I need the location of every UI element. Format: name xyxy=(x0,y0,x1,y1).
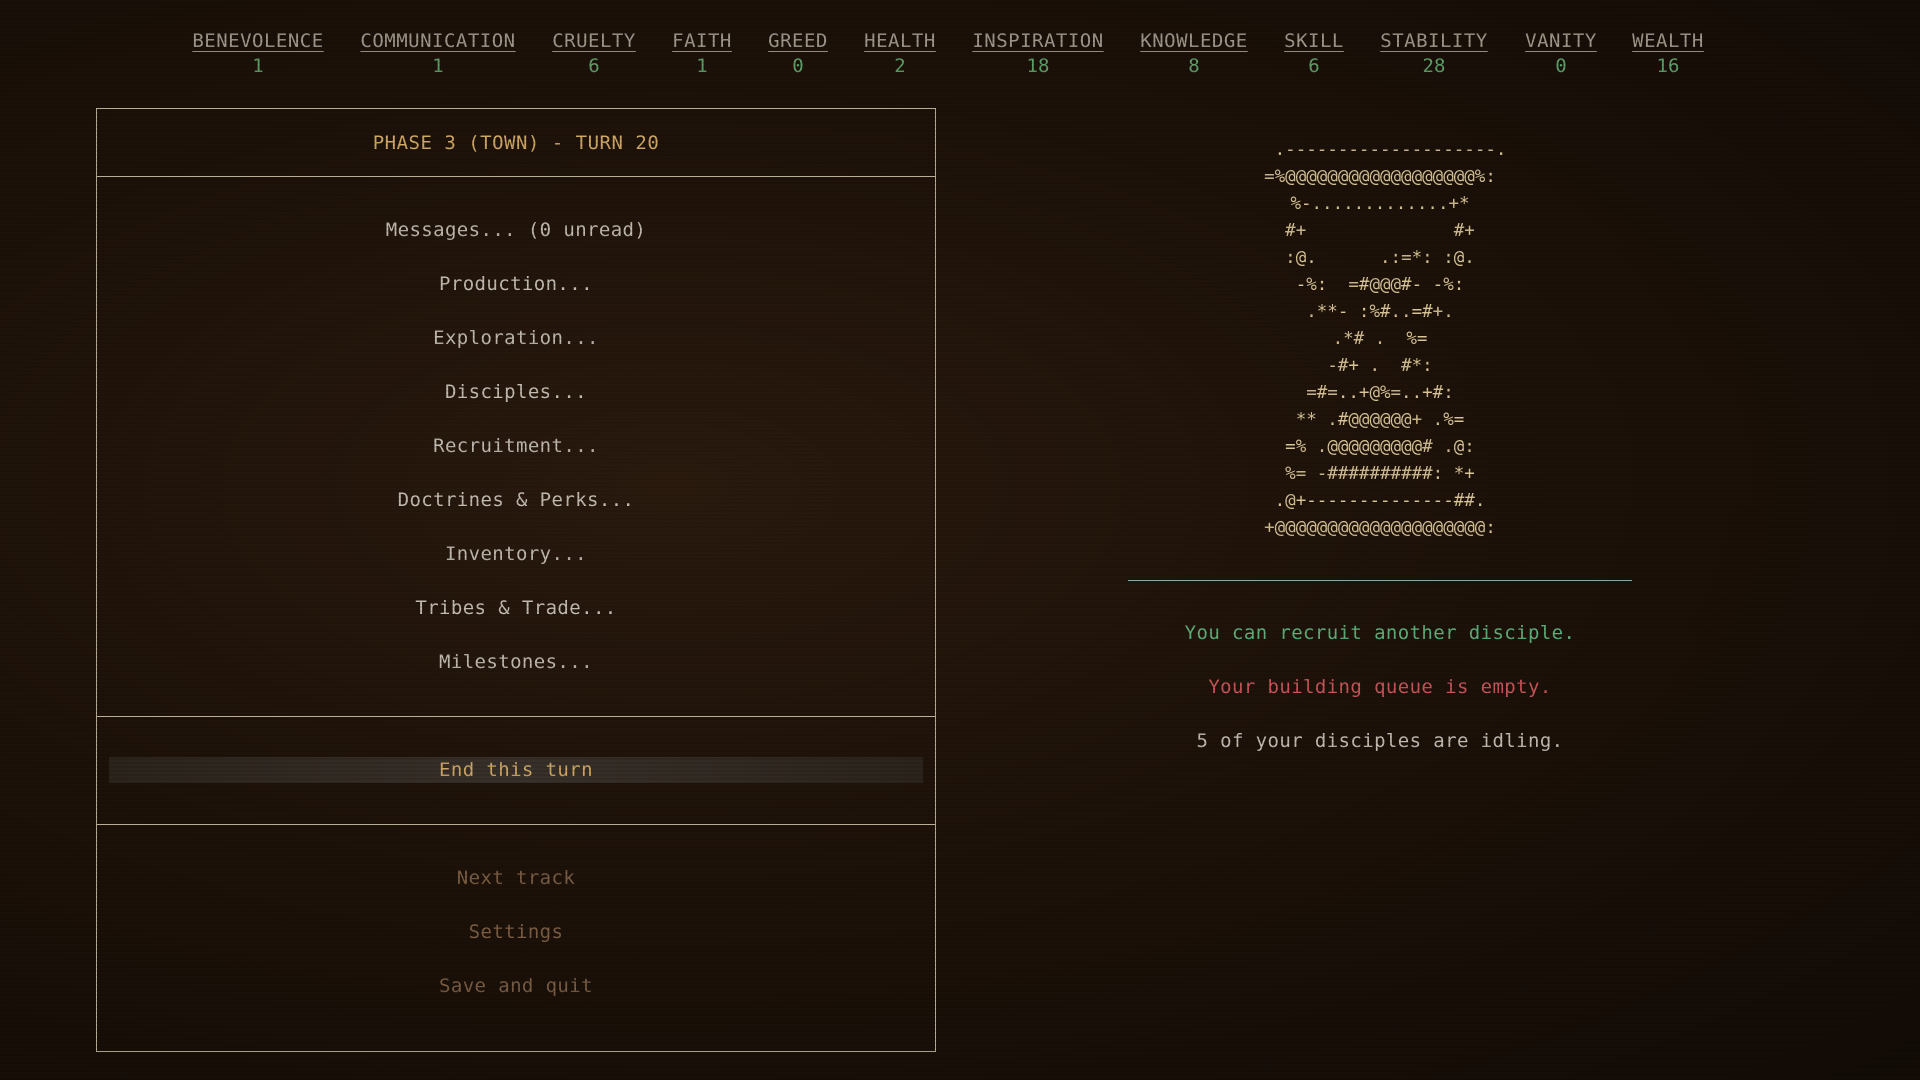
stat-name: FAITH xyxy=(672,30,732,52)
stat-value: 1 xyxy=(432,55,444,77)
message-building-queue: Your building queue is empty. xyxy=(1208,676,1552,698)
menu-item-recruitment[interactable]: Recruitment... xyxy=(97,435,935,457)
stat-value: 1 xyxy=(252,55,264,77)
stat-stability[interactable]: STABILITY 28 xyxy=(1380,30,1487,77)
stat-name: HEALTH xyxy=(864,30,936,52)
stat-vanity[interactable]: VANITY 0 xyxy=(1525,30,1597,77)
stat-name: COMMUNICATION xyxy=(360,30,516,52)
stat-name: SKILL xyxy=(1284,30,1344,52)
phase-turn-title: PHASE 3 (TOWN) - TURN 20 xyxy=(97,109,935,177)
stat-name: WEALTH xyxy=(1632,30,1704,52)
message-idle-disciples: 5 of your disciples are idling. xyxy=(1196,730,1564,752)
menu-item-production[interactable]: Production... xyxy=(97,273,935,295)
end-turn-button[interactable]: End this turn xyxy=(109,757,923,783)
stat-name: BENEVOLENCE xyxy=(192,30,324,52)
divider xyxy=(97,716,935,717)
stat-value: 1 xyxy=(696,55,708,77)
main-menu-panel: PHASE 3 (TOWN) - TURN 20 Messages... (0 … xyxy=(96,108,936,1052)
stat-communication[interactable]: COMMUNICATION 1 xyxy=(360,30,515,77)
divider xyxy=(97,824,935,825)
stat-inspiration[interactable]: INSPIRATION 18 xyxy=(972,30,1103,77)
stat-value: 16 xyxy=(1656,55,1680,77)
menu-item-inventory[interactable]: Inventory... xyxy=(97,543,935,565)
stat-health[interactable]: HEALTH 2 xyxy=(864,30,936,77)
stat-value: 0 xyxy=(792,55,804,77)
menu-item-tribes-trade[interactable]: Tribes & Trade... xyxy=(97,597,935,619)
menu-item-exploration[interactable]: Exploration... xyxy=(97,327,935,349)
stat-knowledge[interactable]: KNOWLEDGE 8 xyxy=(1140,30,1247,77)
settings-button[interactable]: Settings xyxy=(97,921,935,943)
menu-item-disciples[interactable]: Disciples... xyxy=(97,381,935,403)
stat-value: 18 xyxy=(1026,55,1050,77)
game-screen: BENEVOLENCE 1 COMMUNICATION 1 CRUELTY 6 … xyxy=(0,0,1920,1080)
stats-bar: BENEVOLENCE 1 COMMUNICATION 1 CRUELTY 6 … xyxy=(0,30,1920,82)
stat-name: CRUELTY xyxy=(552,30,636,52)
stat-benevolence[interactable]: BENEVOLENCE 1 xyxy=(192,30,323,77)
stat-faith[interactable]: FAITH 1 xyxy=(672,30,732,77)
stat-name: GREED xyxy=(768,30,828,52)
stat-value: 6 xyxy=(1308,55,1320,77)
stat-value: 0 xyxy=(1555,55,1567,77)
ascii-art-building: .--------------------. =%@@@@@@@@@@@@@@@… xyxy=(1264,140,1507,538)
stat-value: 2 xyxy=(894,55,906,77)
menu-item-messages[interactable]: Messages... (0 unread) xyxy=(97,219,935,241)
next-track-button[interactable]: Next track xyxy=(97,867,935,889)
menu-item-milestones[interactable]: Milestones... xyxy=(97,651,935,673)
menu-item-doctrines-perks[interactable]: Doctrines & Perks... xyxy=(97,489,935,511)
stat-skill[interactable]: SKILL 6 xyxy=(1284,30,1344,77)
stat-value: 28 xyxy=(1422,55,1446,77)
stat-cruelty[interactable]: CRUELTY 6 xyxy=(552,30,636,77)
stat-name: VANITY xyxy=(1525,30,1597,52)
stat-greed[interactable]: GREED 0 xyxy=(768,30,828,77)
stat-wealth[interactable]: WEALTH 16 xyxy=(1632,30,1704,77)
divider xyxy=(1128,580,1632,581)
save-and-quit-button[interactable]: Save and quit xyxy=(97,975,935,997)
stat-name: KNOWLEDGE xyxy=(1140,30,1248,52)
message-recruit: You can recruit another disciple. xyxy=(1184,622,1576,644)
stat-value: 6 xyxy=(588,55,600,77)
stat-name: INSPIRATION xyxy=(972,30,1104,52)
stat-value: 8 xyxy=(1188,55,1200,77)
stat-name: STABILITY xyxy=(1380,30,1488,52)
